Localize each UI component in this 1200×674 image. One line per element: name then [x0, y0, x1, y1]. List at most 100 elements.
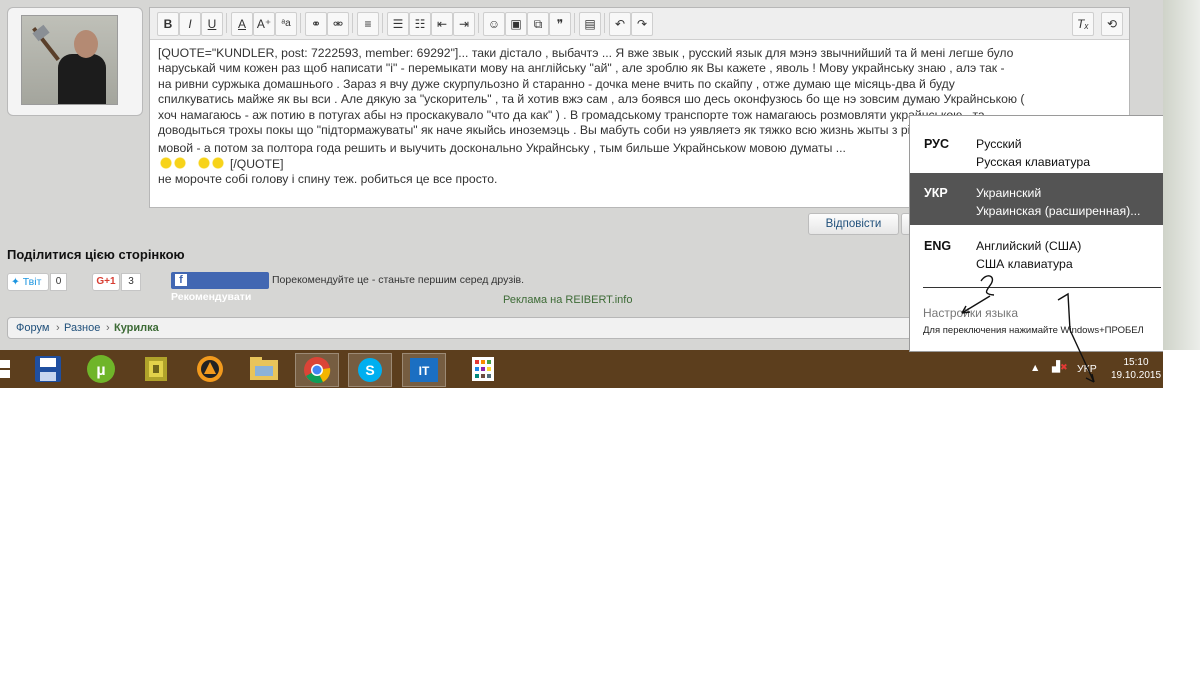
tray-overflow-icon[interactable]: ▲ [1030, 362, 1040, 374]
breadcrumb: Форум › Разное › Курилка [7, 317, 1029, 339]
underline-icon[interactable]: U [201, 12, 223, 36]
language-option-ru[interactable]: РУС Русский Русская клавиатура [910, 124, 1163, 176]
facebook-note: Порекомендуйте це - станьте першим серед… [272, 274, 525, 286]
language-name: Украинский [976, 186, 1042, 200]
media-icon[interactable]: ⧉ [527, 12, 549, 36]
gplus-button[interactable]: G+1 [92, 273, 120, 291]
link-icon[interactable]: ⚭ [305, 12, 327, 36]
twitter-icon: ✦ [11, 276, 20, 288]
save-draft-icon[interactable]: ▤ [579, 12, 601, 36]
unlink-icon[interactable]: ⚮ [327, 12, 349, 36]
clock-time: 15:10 [1123, 357, 1149, 368]
outdent-icon[interactable]: ⇤ [431, 12, 453, 36]
ad-link[interactable]: Реклама на REIBERT.info [503, 294, 632, 306]
redo-icon[interactable]: ↷ [631, 12, 653, 36]
switch-hint: Для переключения нажимайте Windows+ПРОБЕ… [923, 325, 1144, 336]
utorrent-icon: µ [87, 355, 115, 383]
gplus-count: 3 [121, 273, 141, 291]
skype-app-button[interactable]: S [348, 353, 392, 387]
it-icon: IT [410, 358, 438, 382]
toolbar-divider [574, 13, 575, 33]
tweet-button[interactable]: ✦ Твіт [7, 273, 49, 291]
tweet-count: 0 [50, 273, 67, 291]
quote-icon[interactable]: ❞ [549, 12, 571, 36]
facebook-recommend-button[interactable]: f Рекомендувати [171, 272, 269, 303]
start-icon[interactable] [0, 360, 12, 378]
breadcrumb-misc[interactable]: Разное [64, 318, 100, 338]
breadcrumb-forum[interactable]: Форум [16, 318, 49, 338]
indent-icon[interactable]: ⇥ [453, 12, 475, 36]
toolbar-divider [478, 13, 479, 33]
font-color-icon[interactable]: A [231, 12, 253, 36]
taskbar-clock[interactable]: 15:10 19.10.2015 [1109, 356, 1163, 382]
facebook-icon: f [175, 274, 187, 286]
chrome-app-button[interactable] [295, 353, 339, 387]
remove-format-icon[interactable]: Tₓ [1072, 12, 1094, 36]
apps-app-button[interactable] [462, 353, 504, 385]
undo-icon[interactable]: ↶ [609, 12, 631, 36]
toolbar-divider [226, 13, 227, 33]
avatar[interactable] [21, 15, 118, 105]
numbered-list-icon[interactable]: ☷ [409, 12, 431, 36]
desktop-edge [1163, 0, 1200, 350]
bullet-list-icon[interactable]: ☰ [387, 12, 409, 36]
keyboard-layout: США клавиатура [976, 257, 1073, 271]
aimp-app-button[interactable] [189, 353, 231, 385]
smiley-icon[interactable]: ☺ [483, 12, 505, 36]
keyboard-layout: Украинская (расширенная)... [976, 204, 1141, 218]
editor-toolbar: B I U A A⁺ ᵃa ⚭ ⚮ ≡ ☰ ☷ ⇤ ⇥ ☺ ▣ ⧉ ❞ ▤ ↶ … [150, 8, 1129, 40]
quote-end: [/QUOTE] [230, 156, 284, 171]
breadcrumb-separator: › [56, 322, 60, 334]
aimp-icon [197, 356, 223, 382]
skype-icon: S [358, 358, 382, 382]
svg-text:S: S [365, 362, 374, 378]
language-code: УКР [924, 186, 948, 200]
language-code: ENG [924, 239, 952, 253]
toolbar-divider [352, 13, 353, 33]
image-icon[interactable]: ▣ [505, 12, 527, 36]
popup-divider [923, 287, 1161, 288]
facebook-label: Рекомендувати [171, 291, 252, 303]
bold-icon[interactable]: B [157, 12, 179, 36]
language-option-uk[interactable]: УКР Украинский Украинская (расширенная).… [910, 173, 1163, 225]
toolbar-divider [604, 13, 605, 33]
language-name: Русский [976, 137, 1022, 151]
share-title: Поділитися цією сторінкою [7, 247, 185, 262]
reply-button[interactable]: Відповісти [808, 213, 899, 235]
network-icon[interactable]: ▟✖ [1052, 361, 1068, 373]
font-size-icon[interactable]: A⁺ [253, 12, 275, 36]
language-indicator[interactable]: УКР [1077, 363, 1097, 375]
toggle-bbcode-icon[interactable]: ⟲ [1101, 12, 1123, 36]
editor-line: наруськай чим кожен раз щоб написати "і"… [158, 61, 1005, 76]
game-icon [145, 357, 167, 381]
game-app-button[interactable] [135, 353, 177, 385]
breadcrumb-current[interactable]: Курилка [114, 318, 159, 338]
utorrent-app-button[interactable]: µ [80, 353, 122, 385]
editor-line: спилкуватись майже як вы вси . Але дякую… [158, 92, 1025, 107]
save-app-button[interactable] [27, 353, 69, 385]
toolbar-divider [382, 13, 383, 33]
it-app-button[interactable]: IT [402, 353, 446, 387]
clock-date: 19.10.2015 [1110, 370, 1162, 381]
italic-icon[interactable]: I [179, 12, 201, 36]
language-settings-link[interactable]: Настройки языка [923, 306, 1018, 320]
taskbar: µ S IT ▲ ▟✖ УКР 15:10 19.10.2015 [0, 350, 1163, 388]
explorer-icon [250, 357, 278, 380]
editor-line: на ривни суржыка домашнього . Зараз я вч… [158, 76, 955, 91]
language-option-en[interactable]: ENG Английский (США) США клавиатура [910, 226, 1163, 278]
tweet-label: Твіт [22, 276, 42, 288]
keyboard-layout: Русская клавиатура [976, 155, 1091, 169]
svg-text:IT: IT [419, 364, 430, 378]
apps-icon [472, 357, 494, 381]
editor-line: [QUOTE="KUNDLER, post: 7222593, member: … [158, 46, 1014, 60]
font-family-icon[interactable]: ᵃa [275, 12, 297, 36]
language-popup: РУС Русский Русская клавиатура УКР Украи… [909, 115, 1163, 352]
svg-text:µ: µ [96, 362, 105, 379]
align-icon[interactable]: ≡ [357, 12, 379, 36]
language-name: Английский (США) [976, 239, 1082, 253]
language-code: РУС [924, 137, 949, 151]
smiley-row-icon [158, 156, 230, 169]
avatar-card [7, 7, 143, 116]
explorer-app-button[interactable] [243, 353, 285, 385]
chrome-icon [304, 357, 331, 384]
